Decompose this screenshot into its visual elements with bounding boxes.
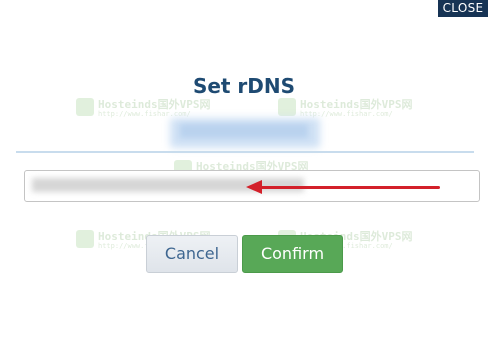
rdns-input-redacted-value [32, 178, 304, 192]
confirm-button[interactable]: Confirm [242, 235, 343, 273]
watermark-text: Hosteinds国外VPS网 [98, 98, 211, 111]
ip-address-redacted-text [180, 124, 308, 138]
watermark-subtext: http://www.fishar.com/ [300, 110, 393, 118]
annotation-arrow [260, 186, 440, 189]
dialog-title: Set rDNS [192, 74, 296, 98]
cancel-button[interactable]: Cancel [146, 235, 238, 273]
watermark-text: Hosteinds国外VPS网 [300, 98, 413, 111]
watermark-logo-icon [278, 98, 296, 116]
watermark-logo-icon [76, 230, 94, 248]
arrow-left-icon [246, 180, 262, 194]
close-button[interactable]: CLOSE [438, 0, 488, 17]
watermark-logo-icon [76, 98, 94, 116]
divider [16, 151, 474, 153]
watermark-subtext: http://www.fishar.com/ [98, 110, 191, 118]
